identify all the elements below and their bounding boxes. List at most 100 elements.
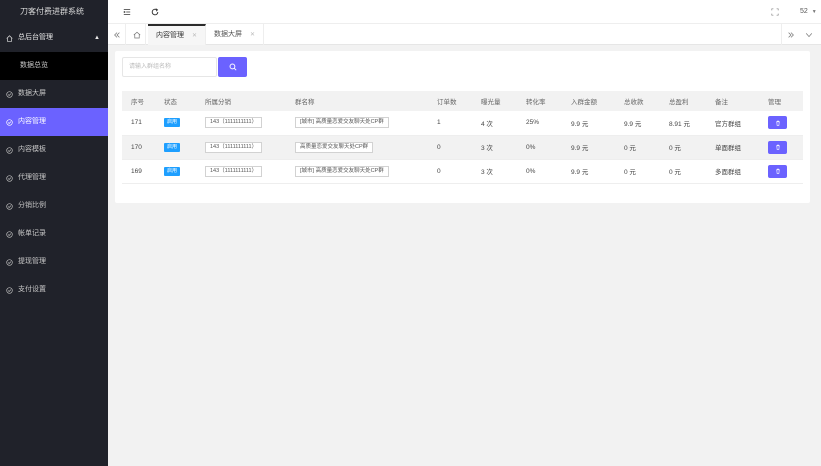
sidebar-item-admin[interactable]: 总后台管理 ▲ bbox=[0, 24, 108, 52]
sidebar-item-label: 总后台管理 bbox=[18, 34, 53, 41]
sidebar-item-data-screen[interactable]: 数据大屏 bbox=[0, 80, 108, 108]
close-icon[interactable]: ✕ bbox=[192, 33, 197, 39]
cell-status: 启用 bbox=[155, 135, 196, 160]
tab-data-screen[interactable]: 数据大屏 ✕ bbox=[206, 24, 265, 45]
search-icon bbox=[229, 63, 237, 71]
cell-distributor: 143（1111111111） bbox=[196, 159, 286, 184]
cell-name: [城市] 高质量恋爱交友聊天处CP群 bbox=[286, 159, 428, 184]
cell-profit: 0 元 bbox=[660, 135, 706, 160]
cell-price: 9.9 元 bbox=[562, 111, 615, 136]
cell-orders: 0 bbox=[428, 135, 472, 160]
group-name-tag: [城市] 高质量恋爱交友聊天处CP群 bbox=[295, 165, 389, 177]
sidebar-item-distribution-ratio[interactable]: 分销比例 bbox=[0, 192, 108, 220]
tabs-scroll-right-icon[interactable] bbox=[781, 24, 799, 45]
circle-check-icon bbox=[6, 258, 13, 266]
circle-check-icon bbox=[6, 118, 13, 126]
cell-price: 9.9 元 bbox=[562, 135, 615, 160]
sidebar-item-data-overview[interactable]: 数据总览 bbox=[0, 52, 108, 80]
tabs-dropdown-icon[interactable] bbox=[800, 24, 818, 45]
trash-icon bbox=[775, 120, 781, 126]
status-badge[interactable]: 启用 bbox=[164, 166, 181, 176]
cell-rate: 0% bbox=[517, 159, 562, 184]
sidebar-item-bill-records[interactable]: 帐单记录 bbox=[0, 220, 108, 248]
col-header: 状态 bbox=[155, 91, 196, 111]
cell-id: 170 bbox=[122, 135, 155, 160]
tabs-scroll-left-icon[interactable] bbox=[108, 24, 126, 45]
sidebar-item-label: 内容模板 bbox=[18, 146, 46, 153]
fullscreen-icon[interactable] bbox=[768, 0, 782, 24]
col-header: 管理 bbox=[759, 91, 803, 111]
content-card: 序号 状态 所属分销 群名称 订单数 曝光量 转化率 入群金额 总收款 总盈利 … bbox=[115, 51, 810, 203]
cell-manage bbox=[759, 111, 803, 136]
manage-button[interactable] bbox=[768, 140, 787, 154]
sidebar-item-content-template[interactable]: 内容模板 bbox=[0, 136, 108, 164]
trash-icon bbox=[775, 168, 781, 174]
distributor-tag: 143（1111111111） bbox=[205, 117, 263, 129]
cell-income: 0 元 bbox=[615, 135, 660, 160]
cell-name: [城市] 高质量恋爱交友聊天处CP群 bbox=[286, 111, 428, 136]
cell-orders: 1 bbox=[428, 111, 472, 136]
cell-orders: 0 bbox=[428, 159, 472, 184]
table-row: 170 启用 143（1111111111） 高质量恋爱交友聊天处CP群 0 3… bbox=[122, 135, 803, 160]
refresh-icon[interactable] bbox=[148, 0, 162, 24]
col-header: 入群金额 bbox=[562, 91, 615, 111]
cell-id: 171 bbox=[122, 111, 155, 136]
home-icon bbox=[6, 34, 13, 42]
col-header: 曝光量 bbox=[472, 91, 517, 111]
circle-check-icon bbox=[6, 146, 13, 154]
cell-status: 启用 bbox=[155, 159, 196, 184]
col-header: 序号 bbox=[122, 91, 155, 111]
cell-id: 169 bbox=[122, 159, 155, 184]
circle-check-icon bbox=[6, 230, 13, 238]
col-header: 转化率 bbox=[517, 91, 562, 111]
user-number: 52 bbox=[800, 8, 808, 15]
caret-down-icon: ▼ bbox=[811, 9, 817, 15]
sidebar-item-content-management[interactable]: 内容管理 bbox=[0, 108, 108, 136]
distributor-tag: 143（1111111111） bbox=[205, 141, 263, 153]
sidebar-item-payment-settings[interactable]: 支付设置 bbox=[0, 276, 108, 304]
cell-note: 官方群组 bbox=[706, 111, 759, 136]
col-header: 订单数 bbox=[428, 91, 472, 111]
sidebar-item-label: 提现管理 bbox=[18, 258, 46, 265]
search-button[interactable] bbox=[218, 57, 247, 77]
sidebar-item-label: 代理管理 bbox=[18, 174, 46, 181]
cell-status: 启用 bbox=[155, 111, 196, 136]
table-header-row: 序号 状态 所属分销 群名称 订单数 曝光量 转化率 入群金额 总收款 总盈利 … bbox=[122, 91, 803, 111]
user-menu[interactable]: 52 ▼ bbox=[800, 0, 817, 24]
sidebar-item-label: 数据大屏 bbox=[18, 90, 46, 97]
group-name-tag: 高质量恋爱交友聊天处CP群 bbox=[295, 141, 374, 153]
sidebar-item-label: 内容管理 bbox=[18, 118, 46, 125]
cell-manage bbox=[759, 135, 803, 160]
status-badge[interactable]: 启用 bbox=[164, 142, 181, 152]
cell-name: 高质量恋爱交友聊天处CP群 bbox=[286, 135, 428, 160]
group-name-tag: [城市] 高质量恋爱交友聊天处CP群 bbox=[295, 117, 389, 129]
tab-content-management[interactable]: 内容管理 ✕ bbox=[148, 24, 207, 45]
distributor-tag: 143（1111111111） bbox=[205, 165, 263, 177]
close-icon[interactable]: ✕ bbox=[250, 32, 255, 38]
sidebar-item-agent-management[interactable]: 代理管理 bbox=[0, 164, 108, 192]
circle-check-icon bbox=[6, 202, 13, 210]
home-tab-icon[interactable] bbox=[128, 24, 146, 45]
manage-button[interactable] bbox=[768, 164, 787, 178]
sidebar-item-label: 帐单记录 bbox=[18, 230, 46, 237]
cell-distributor: 143（1111111111） bbox=[196, 135, 286, 160]
col-header: 总收款 bbox=[615, 91, 660, 111]
app-logo-title: 刀客付费进群系统 bbox=[0, 0, 108, 24]
top-header: 52 ▼ bbox=[108, 0, 821, 24]
menu-fold-icon[interactable] bbox=[120, 0, 134, 24]
table-row: 169 启用 143（1111111111） [城市] 高质量恋爱交友聊天处CP… bbox=[122, 159, 803, 184]
sidebar-item-withdraw-management[interactable]: 提现管理 bbox=[0, 248, 108, 276]
table-row: 171 启用 143（1111111111） [城市] 高质量恋爱交友聊天处CP… bbox=[122, 111, 803, 136]
sidebar: 刀客付费进群系统 总后台管理 ▲ 数据总览 数据大屏 内容管理 内容模板 代理管… bbox=[0, 0, 108, 466]
sidebar-item-label: 分销比例 bbox=[18, 202, 46, 209]
circle-check-icon bbox=[6, 174, 13, 182]
status-badge[interactable]: 启用 bbox=[164, 118, 181, 128]
manage-button[interactable] bbox=[768, 116, 787, 130]
search-input[interactable] bbox=[122, 57, 217, 77]
sidebar-item-label: 支付设置 bbox=[18, 286, 46, 293]
cell-note: 多面群组 bbox=[706, 159, 759, 184]
cell-views: 3 次 bbox=[472, 159, 517, 184]
circle-check-icon bbox=[6, 90, 13, 98]
cell-rate: 0% bbox=[517, 135, 562, 160]
content-table: 序号 状态 所属分销 群名称 订单数 曝光量 转化率 入群金额 总收款 总盈利 … bbox=[122, 91, 803, 184]
